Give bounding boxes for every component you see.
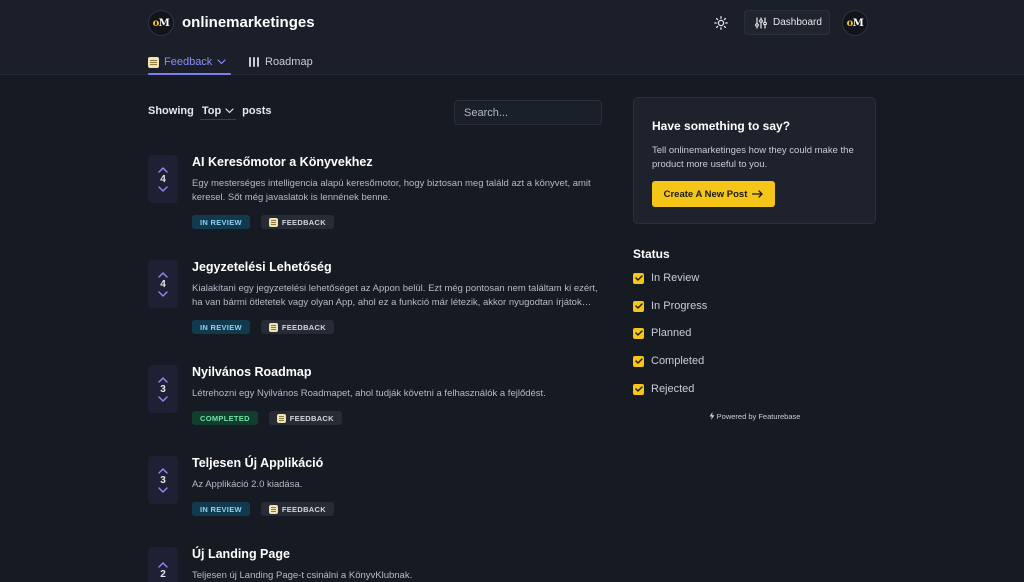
create-post-card: Have something to say? Tell onlinemarket… xyxy=(633,97,876,224)
post-title[interactable]: AI Keresőmotor a Könyvekhez xyxy=(192,155,373,169)
tab-feedback-label: Feedback xyxy=(164,56,213,68)
upvote-chevron-icon[interactable] xyxy=(158,376,168,383)
memo-emoji-icon xyxy=(148,56,159,68)
upvote-chevron-icon[interactable] xyxy=(158,166,168,173)
post-title[interactable]: Teljesen Új Applikáció xyxy=(192,456,323,470)
checkbox-checked-icon[interactable] xyxy=(633,383,644,395)
sort-suffix: posts xyxy=(242,105,272,117)
cta-title: Have something to say? xyxy=(652,119,791,133)
category-badge: FEEDBACK xyxy=(260,320,334,334)
top-navigation-bar: oM onlinemarketinges Dashboard oM Feedba… xyxy=(0,0,1024,75)
tab-roadmap[interactable]: Roadmap xyxy=(249,50,313,74)
tab-feedback[interactable]: Feedback xyxy=(148,50,231,75)
post-tags: COMPLETED FEEDBACK xyxy=(192,411,342,425)
vote-count: 3 xyxy=(160,383,166,395)
status-filter-label: Completed xyxy=(651,355,705,367)
post-title[interactable]: Új Landing Page xyxy=(192,547,290,561)
status-filter-rejected[interactable]: Rejected xyxy=(633,382,694,396)
category-label: FEEDBACK xyxy=(281,504,326,514)
cta-text: Tell onlinemarketinges how they could ma… xyxy=(652,145,854,170)
post-description: Kialakítani egy jegyzetelési lehetőséget… xyxy=(192,283,598,308)
status-filter-label: Planned xyxy=(651,327,692,339)
chevron-down-icon xyxy=(217,59,226,65)
search-input[interactable] xyxy=(454,100,602,125)
checkbox-checked-icon[interactable] xyxy=(633,272,644,284)
dashboard-label: Dashboard xyxy=(773,17,822,28)
vote-count: 3 xyxy=(160,474,166,486)
status-badge: IN REVIEW xyxy=(192,215,250,229)
downvote-chevron-icon[interactable] xyxy=(158,290,168,297)
category-label: FEEDBACK xyxy=(281,217,326,227)
user-avatar[interactable]: oM xyxy=(842,10,868,36)
vote-widget: 3 xyxy=(148,456,178,504)
sort-dropdown[interactable]: Top xyxy=(199,102,237,120)
vote-widget: 4 xyxy=(148,260,178,308)
downvote-chevron-icon[interactable] xyxy=(158,486,168,493)
status-badge: IN REVIEW xyxy=(192,502,250,516)
checkbox-checked-icon[interactable] xyxy=(633,355,644,367)
roadmap-icon xyxy=(249,57,260,67)
theme-toggle-sun-icon[interactable] xyxy=(710,12,732,34)
post-tags: IN REVIEW FEEDBACK xyxy=(192,215,334,229)
post-title[interactable]: Jegyzetelési Lehetőség xyxy=(192,260,332,274)
category-label: FEEDBACK xyxy=(289,413,334,423)
post-description: Teljesen új Landing Page-t csinálni a Kö… xyxy=(192,570,413,581)
tab-roadmap-label: Roadmap xyxy=(265,56,313,68)
sort-prefix: Showing xyxy=(148,105,194,117)
arrow-right-icon xyxy=(752,190,764,198)
checkbox-checked-icon[interactable] xyxy=(633,327,644,339)
sliders-icon xyxy=(755,16,767,29)
status-filter-label: In Review xyxy=(651,272,700,284)
status-filter-completed[interactable]: Completed xyxy=(633,354,704,368)
memo-emoji-icon xyxy=(268,322,278,332)
vote-widget: 3 xyxy=(148,365,178,413)
status-filter-label: Rejected xyxy=(651,383,695,395)
sort-value: Top xyxy=(201,104,222,117)
category-badge: FEEDBACK xyxy=(260,502,334,516)
category-label: FEEDBACK xyxy=(281,322,326,332)
post-description: Létrehozni egy Nyilvános Roadmapet, ahol… xyxy=(192,388,546,399)
status-badge: COMPLETED xyxy=(192,411,258,425)
brand-name[interactable]: onlinemarketinges xyxy=(182,14,315,31)
post-description: Egy mesterséges intelligencia alapú kere… xyxy=(192,178,591,203)
vote-widget: 4 xyxy=(148,155,178,203)
vote-count: 2 xyxy=(160,569,166,580)
memo-emoji-icon xyxy=(268,504,278,514)
post-description: Az Applikáció 2.0 kiadása. xyxy=(192,479,303,490)
create-new-post-button[interactable]: Create A New Post xyxy=(652,181,775,207)
dashboard-button[interactable]: Dashboard xyxy=(744,10,830,35)
status-filter-heading: Status xyxy=(633,247,670,261)
status-filter-in-review[interactable]: In Review xyxy=(633,271,699,285)
create-new-post-label: Create A New Post xyxy=(663,188,748,200)
status-filter-in-progress[interactable]: In Progress xyxy=(633,299,707,313)
powered-by-link[interactable]: Powered by Featurebase xyxy=(633,412,876,421)
status-filter-label: In Progress xyxy=(651,300,708,312)
upvote-chevron-icon[interactable] xyxy=(158,271,168,278)
post-title[interactable]: Nyilvános Roadmap xyxy=(192,365,311,379)
downvote-chevron-icon[interactable] xyxy=(158,395,168,402)
vote-count: 4 xyxy=(160,173,166,185)
status-badge: IN REVIEW xyxy=(192,320,250,334)
upvote-chevron-icon[interactable] xyxy=(158,562,168,568)
sort-control: Showing Top posts xyxy=(148,101,272,121)
chevron-down-icon xyxy=(225,107,234,113)
brand-logo[interactable]: oM xyxy=(148,10,174,36)
memo-emoji-icon xyxy=(276,413,286,423)
category-badge: FEEDBACK xyxy=(268,411,342,425)
upvote-chevron-icon[interactable] xyxy=(158,467,168,474)
category-badge: FEEDBACK xyxy=(260,215,334,229)
downvote-chevron-icon[interactable] xyxy=(158,185,168,192)
post-tags: IN REVIEW FEEDBACK xyxy=(192,320,334,334)
status-filter-planned[interactable]: Planned xyxy=(633,326,691,340)
post-tags: IN REVIEW FEEDBACK xyxy=(192,502,334,516)
checkbox-checked-icon[interactable] xyxy=(633,300,644,312)
vote-widget: 2 xyxy=(148,547,178,582)
memo-emoji-icon xyxy=(268,217,278,227)
vote-count: 4 xyxy=(160,278,166,290)
lightning-icon xyxy=(709,412,715,420)
powered-by-label: Powered by Featurebase xyxy=(716,412,801,421)
